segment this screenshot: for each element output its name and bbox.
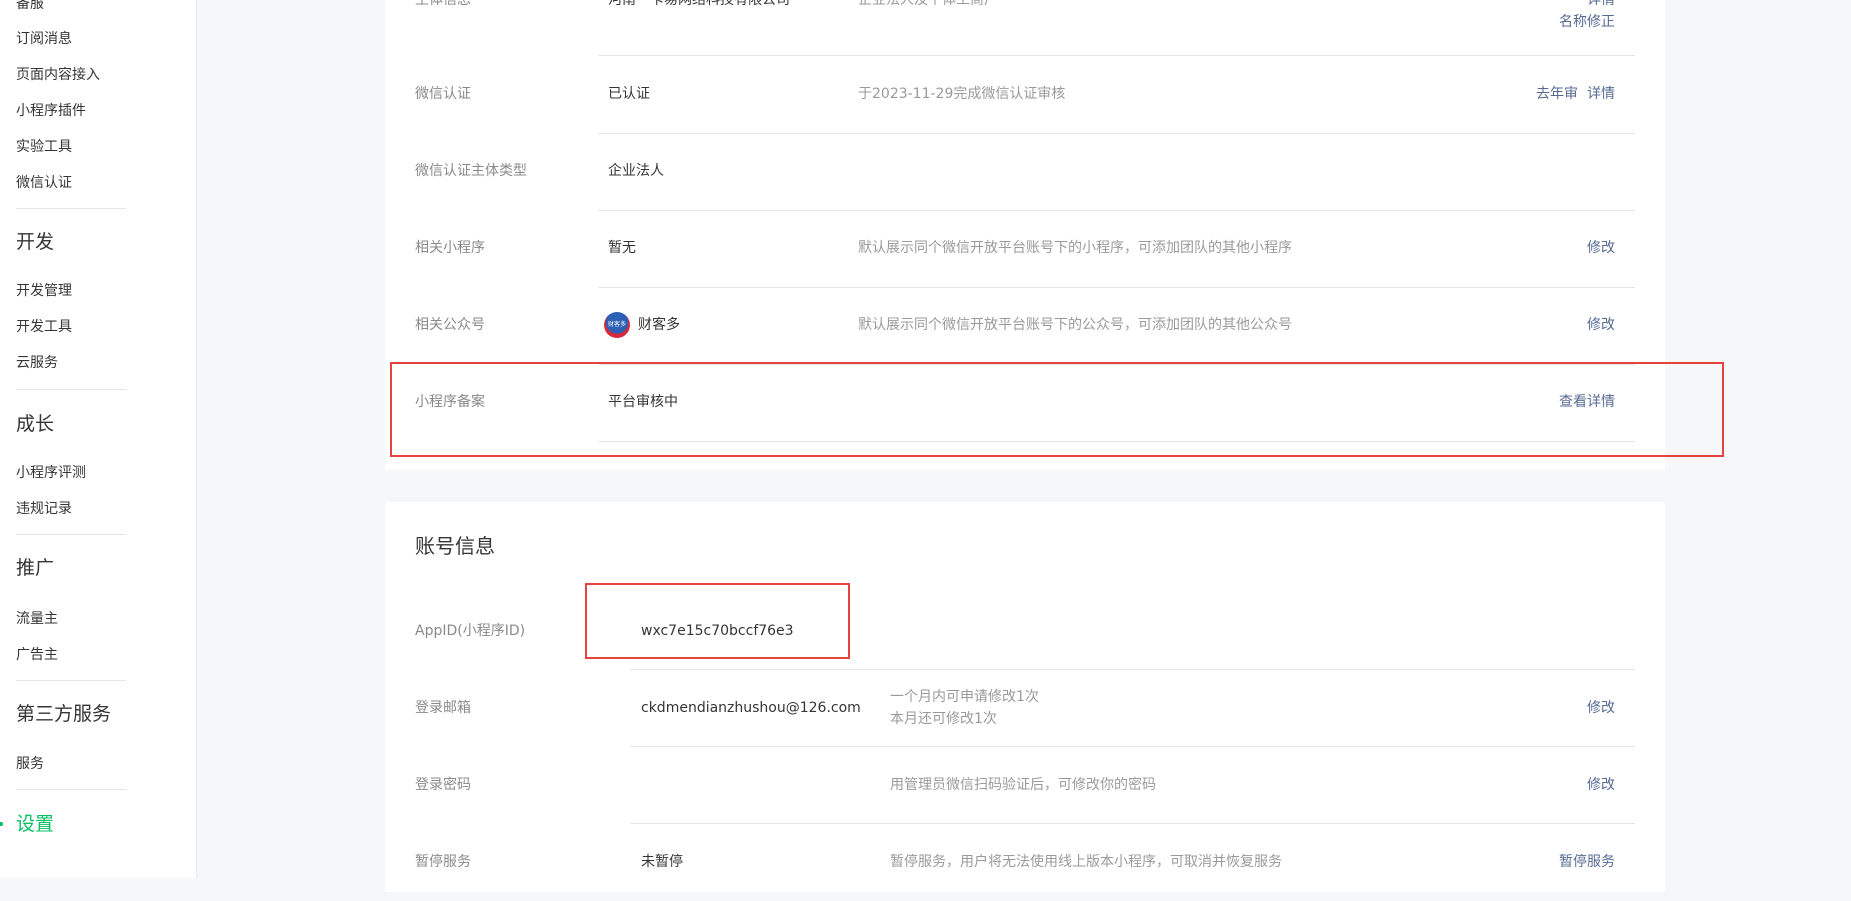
modify-link[interactable]: 修改: [1587, 698, 1615, 718]
pause-service-link[interactable]: 暂停服务: [1559, 852, 1615, 872]
sidebar-divider: [16, 534, 126, 535]
sidebar-header-growth[interactable]: 成长: [16, 411, 54, 437]
sidebar-divider: [16, 789, 126, 790]
row-value: 河南一卡易网络科技有限公司: [608, 0, 790, 8]
sidebar-header-third-party[interactable]: 第三方服务: [16, 701, 111, 727]
row-label: 微信认证: [415, 86, 471, 102]
row-login-email: 登录邮箱 ckdmendianzhushou@126.com 一个月内可申请修改…: [385, 670, 1665, 747]
sidebar-item-dev-tools[interactable]: 开发工具: [16, 317, 72, 337]
annual-review-link[interactable]: 去年审: [1536, 84, 1578, 104]
row-wechat-certification: 微信认证 已认证 于2023-11-29完成微信认证审核 去年审 详情: [385, 57, 1665, 134]
details-link[interactable]: 详情: [1587, 84, 1615, 104]
modify-link[interactable]: 修改: [1587, 775, 1615, 795]
sidebar-item-violation-records[interactable]: 违规记录: [16, 499, 72, 519]
row-label: 相关公众号: [415, 317, 485, 333]
active-indicator: [0, 822, 3, 826]
sidebar-header-dev[interactable]: 开发: [16, 229, 54, 255]
sidebar-item-subscribe-message[interactable]: 订阅消息: [16, 29, 72, 49]
sidebar-divider: [16, 389, 126, 390]
sidebar-header-promotion[interactable]: 推广: [16, 555, 54, 581]
section-title: 账号信息: [415, 534, 495, 558]
row-desc-line1: 一个月内可申请修改1次: [890, 689, 1039, 705]
row-desc: 用管理员微信扫码验证后，可修改你的密码: [890, 777, 1156, 793]
sidebar-item-advertiser[interactable]: 广告主: [16, 645, 58, 665]
details-link[interactable]: 详情: [1587, 0, 1615, 10]
row-certification-type: 微信认证主体类型 企业法人: [385, 134, 1665, 211]
view-details-link[interactable]: 查看详情: [1559, 392, 1615, 412]
sidebar-item-experiment-tools[interactable]: 实验工具: [16, 137, 72, 157]
row-login-password: 登录密码 用管理员微信扫码验证后，可修改你的密码 修改: [385, 747, 1665, 824]
row-value: 企业法人: [608, 163, 664, 179]
row-entity-info: 主体信息 河南一卡易网络科技有限公司 企业法人及个体工商户 详情 名称修正: [385, 0, 1665, 57]
row-separator: [598, 55, 1635, 56]
row-label: 主体信息: [415, 0, 471, 8]
sidebar-item-cloud-service[interactable]: 云服务: [16, 353, 58, 373]
row-desc: 企业法人及个体工商户: [858, 0, 998, 8]
row-label: 登录邮箱: [415, 700, 471, 716]
row-appid: AppID(小程序ID) wxc7e15c70bccf76e3: [385, 593, 1665, 670]
row-desc: 于2023-11-29完成微信认证审核: [858, 86, 1066, 102]
pause-status-value: 未暂停: [641, 854, 683, 870]
row-desc: 暂停服务，用户将无法使用线上版本小程序，可取消并恢复服务: [890, 854, 1282, 870]
row-label: 登录密码: [415, 777, 471, 793]
row-value: 平台审核中: [608, 394, 678, 410]
row-related-official-account: 相关公众号 财客多 财客多 默认展示同个微信开放平台账号下的公众号，可添加团队的…: [385, 288, 1665, 365]
row-label: AppID(小程序ID): [415, 623, 526, 639]
official-account-avatar: 财客多: [604, 312, 630, 338]
sidebar-item-page-content[interactable]: 页面内容接入: [16, 65, 100, 85]
sidebar-divider: [16, 208, 126, 209]
row-desc-line2: 本月还可修改1次: [890, 711, 997, 727]
row-value: 已认证: [608, 86, 650, 102]
row-label: 相关小程序: [415, 240, 485, 256]
row-separator: [598, 441, 1635, 442]
row-value: 暂无: [608, 240, 636, 256]
modify-link[interactable]: 修改: [1587, 238, 1615, 258]
sidebar-item-traffic-owner[interactable]: 流量主: [16, 609, 58, 629]
row-miniprogram-filing: 小程序备案 平台审核中 查看详情: [385, 365, 1665, 442]
row-label: 小程序备案: [415, 394, 485, 410]
name-correction-link[interactable]: 名称修正: [1559, 12, 1615, 32]
row-desc: 默认展示同个微信开放平台账号下的小程序，可添加团队的其他小程序: [858, 240, 1292, 256]
modify-link[interactable]: 修改: [1587, 315, 1615, 335]
sidebar-item-wechat-certification[interactable]: 微信认证: [16, 173, 72, 193]
basic-info-card: 主体信息 河南一卡易网络科技有限公司 企业法人及个体工商户 详情 名称修正 微信…: [385, 0, 1665, 470]
sidebar-divider: [16, 680, 126, 681]
sidebar-item-plugins[interactable]: 小程序插件: [16, 101, 86, 121]
sidebar-item-service[interactable]: 服务: [16, 754, 44, 774]
email-value: ckdmendianzhushou@126.com: [641, 700, 861, 716]
row-pause-service: 暂停服务 未暂停 暂停服务，用户将无法使用线上版本小程序，可取消并恢复服务 暂停…: [385, 824, 1665, 901]
sidebar-item-evaluation[interactable]: 小程序评测: [16, 463, 86, 483]
appid-value: wxc7e15c70bccf76e3: [641, 623, 794, 639]
sidebar-item-beifu[interactable]: 备服: [16, 0, 44, 14]
sidebar-item-dev-management[interactable]: 开发管理: [16, 281, 72, 301]
row-label: 暂停服务: [415, 854, 471, 870]
account-info-card: 账号信息 AppID(小程序ID) wxc7e15c70bccf76e3 登录邮…: [385, 502, 1665, 892]
row-label: 微信认证主体类型: [415, 163, 527, 179]
sidebar-header-settings[interactable]: 设置: [16, 811, 54, 837]
row-desc: 默认展示同个微信开放平台账号下的公众号，可添加团队的其他公众号: [858, 317, 1292, 333]
row-value: 财客多: [638, 317, 680, 333]
row-related-miniprogram: 相关小程序 暂无 默认展示同个微信开放平台账号下的小程序，可添加团队的其他小程序…: [385, 211, 1665, 288]
sidebar: 备服 订阅消息 页面内容接入 小程序插件 实验工具 微信认证 开发 开发管理 开…: [0, 0, 197, 878]
